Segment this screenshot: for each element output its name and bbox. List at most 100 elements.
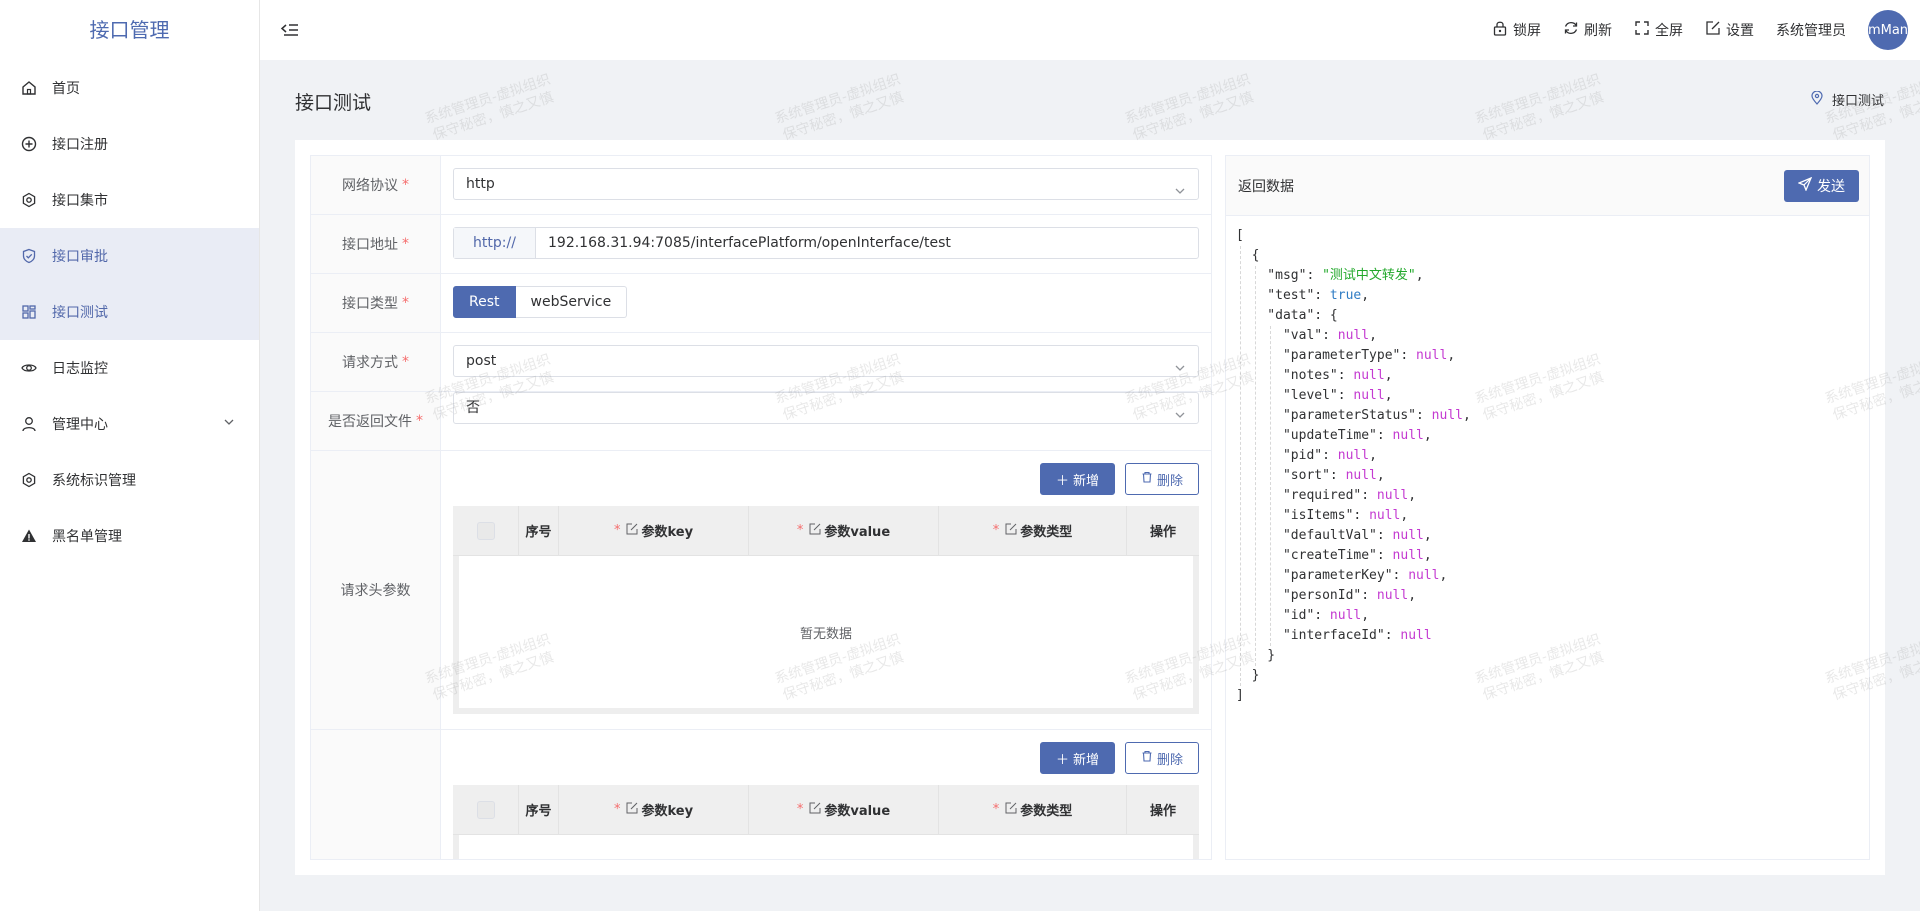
eye-icon <box>20 359 38 377</box>
sidebar: 接口管理 首页 接口注册 接口集市 接口审批 接口测试 日志监控 管理中心 系统… <box>0 0 260 911</box>
watermark: 系统管理员-虚拟组织 保守秘密，慎之又慎 <box>1123 71 1259 146</box>
json-line: "id": null, <box>1236 608 1370 623</box>
watermark: 系统管理员-虚拟组织 保守秘密，慎之又慎 <box>773 71 909 146</box>
breadcrumb: 接口测试 <box>1810 89 1884 109</box>
sidebar-item-label: 系统标识管理 <box>52 473 136 489</box>
dashboard-icon <box>20 303 38 321</box>
edit-settings-icon <box>1705 20 1721 40</box>
required-mark: * <box>402 354 409 370</box>
chevron-down-icon <box>1174 355 1186 385</box>
send-label: 发送 <box>1817 179 1845 195</box>
avatar[interactable]: mMan <box>1868 10 1908 50</box>
protocol-value: http <box>466 176 495 192</box>
sidebar-item-system-id[interactable]: 系统标识管理 <box>0 452 259 508</box>
lock-screen-button[interactable]: 锁屏 <box>1492 20 1541 40</box>
watermark-line: 系统管理员-虚拟组织 <box>1472 71 1603 128</box>
return-file-value: 否 <box>466 400 480 416</box>
headers-add-button[interactable]: ＋新增 <box>1039 463 1115 495</box>
sidebar-item-log[interactable]: 日志监控 <box>0 340 259 396</box>
address-prefix: http:// <box>454 228 536 258</box>
send-button[interactable]: 发送 <box>1784 170 1859 202</box>
json-line: } <box>1236 668 1260 683</box>
refresh-button[interactable]: 刷新 <box>1563 20 1612 40</box>
protocol-label: 网络协议 * <box>311 156 441 214</box>
select-all-cell <box>453 785 519 834</box>
json-line: "test": true, <box>1236 288 1370 303</box>
headers-delete-button[interactable]: 删除 <box>1124 463 1199 495</box>
fullscreen-button[interactable]: 全屏 <box>1634 20 1683 40</box>
json-line: "msg": "测试中文转发", <box>1236 268 1424 283</box>
watermark-line: 保守秘密，慎之又慎 <box>430 89 556 144</box>
json-line: "parameterKey": null, <box>1236 568 1448 583</box>
method-select[interactable]: post <box>453 345 1199 377</box>
select-all-checkbox[interactable] <box>476 800 495 819</box>
json-line: "updateTime": null, <box>1236 428 1432 443</box>
address-input[interactable]: 192.168.31.94:7085/interfacePlatform/ope… <box>536 228 1198 258</box>
refresh-label: 刷新 <box>1584 23 1612 39</box>
col-type: * 参数类型 <box>939 785 1127 834</box>
json-line: } <box>1236 648 1276 663</box>
method-content: post <box>453 333 1199 391</box>
address-content: http:// 192.168.31.94:7085/interfacePlat… <box>453 215 1199 273</box>
method-label-text: 请求方式 <box>342 355 398 371</box>
address-row: 接口地址 * http:// 192.168.31.94:7085/interfa… <box>311 215 1211 274</box>
col-value-label: 参数value <box>824 525 891 540</box>
json-line: "pid": null, <box>1236 448 1377 463</box>
return-file-row: 是否返回文件 * 否 <box>311 392 1211 451</box>
col-index: 序号 <box>519 785 559 834</box>
response-panel: 返回数据 发送 [ { "msg": "测试中文转发", "test": tru… <box>1225 155 1870 860</box>
trash-icon <box>1141 750 1153 766</box>
collapse-menu-icon[interactable] <box>280 20 300 40</box>
watermark: 系统管理员-虚拟组织 保守秘密，慎之又慎 <box>1473 71 1609 146</box>
json-line: "isItems": null, <box>1236 508 1409 523</box>
settings-button[interactable]: 设置 <box>1705 20 1754 40</box>
select-all-checkbox[interactable] <box>476 521 495 540</box>
edit-icon <box>626 523 638 539</box>
type-radio-group: Rest webService <box>453 286 628 318</box>
col-value-label: 参数value <box>824 804 891 819</box>
type-webservice-button[interactable]: webService <box>515 286 628 318</box>
type-rest-button[interactable]: Rest <box>453 286 516 318</box>
gear-icon <box>20 191 38 209</box>
current-user[interactable]: 系统管理员 <box>1776 20 1846 40</box>
type-row: 接口类型 * Rest webService <box>311 274 1211 333</box>
sidebar-item-market[interactable]: 接口集市 <box>0 172 259 228</box>
json-line: "notes": null, <box>1236 368 1393 383</box>
return-file-label: 是否返回文件 * <box>311 392 441 450</box>
sidebar-item-register[interactable]: 接口注册 <box>0 116 259 172</box>
edit-icon <box>809 802 821 818</box>
sidebar-item-test[interactable]: 接口测试 <box>0 284 259 340</box>
sidebar-item-blacklist[interactable]: 黑名单管理 <box>0 508 259 564</box>
headers-actions: ＋新增 删除 <box>1039 463 1199 495</box>
shield-check-icon <box>20 247 38 265</box>
body-add-button[interactable]: ＋新增 <box>1039 742 1115 774</box>
body-row: ＋新增 删除 序号 * 参数key * 参数value * 参数类型 操作 <box>311 730 1211 859</box>
address-input-group: http:// 192.168.31.94:7085/interfacePlat… <box>453 227 1199 259</box>
table-header: 序号 * 参数key * 参数value * 参数类型 操作 <box>453 506 1199 556</box>
required-mark: * <box>992 802 1000 817</box>
json-line: "parameterType": null, <box>1236 348 1456 363</box>
col-type-label: 参数类型 <box>1020 804 1073 819</box>
headers-content: ＋新增 删除 序号 * 参数key * 参数value * 参数类型 操作 暂无… <box>453 451 1199 729</box>
gear-icon <box>20 471 38 489</box>
sidebar-item-home[interactable]: 首页 <box>0 60 259 116</box>
body-content: ＋新增 删除 序号 * 参数key * 参数value * 参数类型 操作 <box>453 730 1199 859</box>
sidebar-item-approval[interactable]: 接口审批 <box>0 228 259 284</box>
required-mark: * <box>992 523 1000 538</box>
lock-screen-label: 锁屏 <box>1513 23 1541 39</box>
sidebar-item-admin[interactable]: 管理中心 <box>0 396 259 452</box>
protocol-select[interactable]: http <box>453 168 1199 200</box>
return-file-select[interactable]: 否 <box>453 392 1199 424</box>
top-header: 锁屏 刷新 全屏 设置 系统管理员 mMan <box>260 0 1920 60</box>
breadcrumb-current[interactable]: 接口测试 <box>1832 90 1884 109</box>
required-mark: * <box>402 177 409 193</box>
col-type-label: 参数类型 <box>1020 525 1073 540</box>
col-type: * 参数类型 <box>939 506 1127 555</box>
col-key-label: 参数key <box>641 525 694 540</box>
plus-icon: ＋ <box>1055 752 1069 768</box>
body-delete-button[interactable]: 删除 <box>1124 742 1199 774</box>
required-mark: * <box>402 236 409 252</box>
response-json: [ { "msg": "测试中文转发", "test": true, "data… <box>1236 226 1471 706</box>
sidebar-item-label: 接口注册 <box>52 137 108 153</box>
chevron-down-icon <box>223 416 235 432</box>
